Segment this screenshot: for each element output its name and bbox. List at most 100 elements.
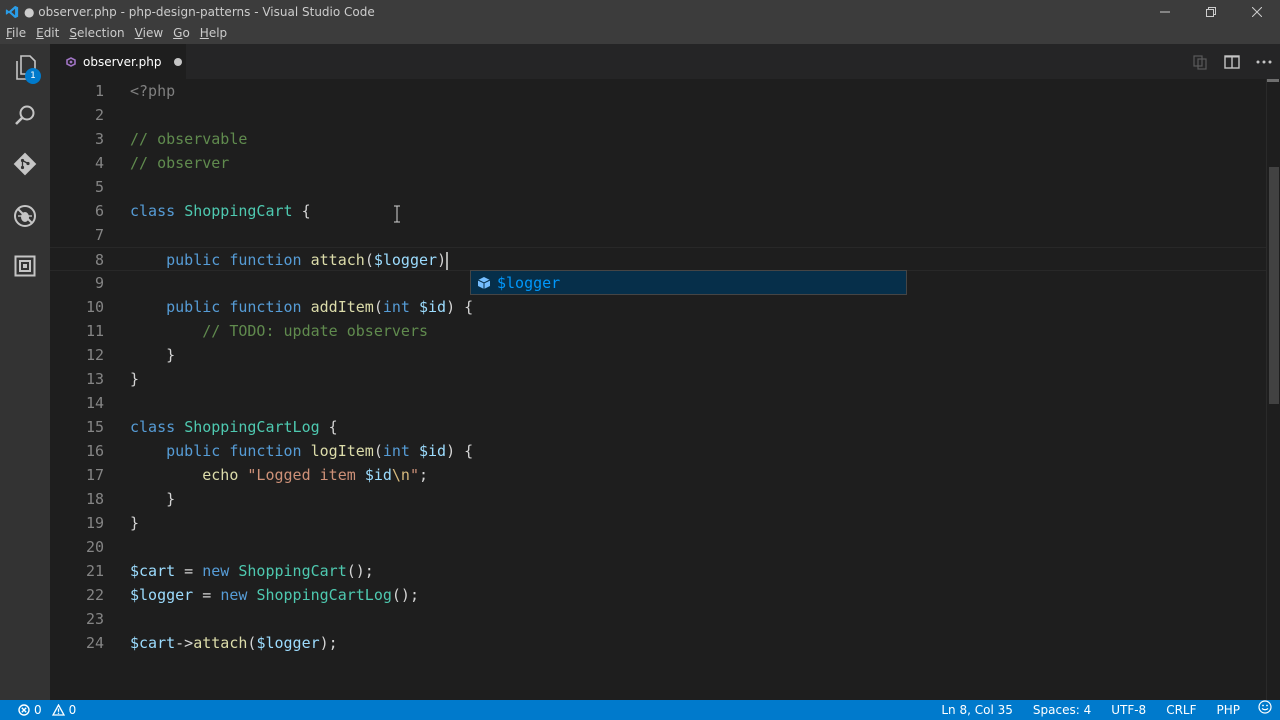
code-line[interactable]: 13} <box>50 367 1268 391</box>
line-code: // TODO: update observers <box>130 319 428 343</box>
debug-icon[interactable] <box>0 192 50 240</box>
code-line[interactable]: 15 class ShoppingCartLog { <box>50 415 1268 439</box>
code-line[interactable]: 16 public function logItem(int $id) { <box>50 439 1268 463</box>
code-line[interactable]: 5 <box>50 175 1268 199</box>
warning-count: 0 <box>68 703 77 717</box>
code-line[interactable]: 23 <box>50 607 1268 631</box>
code-line[interactable]: 14 <box>50 391 1268 415</box>
variable-cube-icon <box>475 274 493 292</box>
feedback-smiley-icon[interactable] <box>1250 700 1280 720</box>
vertical-scrollbar[interactable] <box>1266 79 1280 700</box>
code-line[interactable]: 18 } <box>50 487 1268 511</box>
status-bar-right: Ln 8, Col 35 Spaces: 4 UTF-8 CRLF PHP <box>931 700 1280 720</box>
code-line[interactable]: 21 $cart = new ShoppingCart(); <box>50 559 1268 583</box>
code-line[interactable]: 2 <box>50 103 1268 127</box>
menu-help[interactable]: Help <box>196 23 231 44</box>
more-actions-icon[interactable] <box>1248 44 1280 79</box>
source-control-icon[interactable] <box>0 140 50 188</box>
split-editor-icon[interactable] <box>1216 44 1248 79</box>
menu-view-mnemonic: V <box>134 26 143 40</box>
file-encoding[interactable]: UTF-8 <box>1101 700 1156 720</box>
menu-view-label: iew <box>142 26 164 40</box>
editor-actions <box>1184 44 1280 79</box>
unsaved-dot-icon[interactable] <box>173 57 182 66</box>
code-line[interactable]: 20 <box>50 535 1268 559</box>
suggest-item[interactable]: $logger <box>471 271 906 294</box>
code-token: logItem <box>310 442 374 460</box>
close-icon[interactable] <box>1234 0 1280 23</box>
code-token: ( <box>373 298 383 316</box>
cursor-position[interactable]: Ln 8, Col 35 <box>931 700 1023 720</box>
code-line[interactable]: 19} <box>50 511 1268 535</box>
end-of-line[interactable]: CRLF <box>1156 700 1206 720</box>
code-editor[interactable]: 1 <?php 2 3// observable 4// observer 5 6 class… <box>50 79 1280 700</box>
tab-observer-php[interactable]: observer.php <box>50 44 186 79</box>
suggest-widget: $logger <box>470 270 907 295</box>
open-changes-icon[interactable] <box>1184 44 1216 79</box>
code-line[interactable]: 4 // observer <box>50 151 1268 175</box>
code-token: \n <box>391 466 410 484</box>
code-line[interactable]: 8 public function attach($logger) <box>50 247 1268 271</box>
code-line[interactable]: 1 <?php <box>50 79 1268 103</box>
menu-file-label: ile <box>12 26 27 40</box>
error-icon <box>18 704 30 716</box>
menu-edit-label: dit <box>43 26 60 40</box>
menu-selection-label: election <box>76 26 125 40</box>
scrollbar-thumb[interactable] <box>1269 167 1279 404</box>
code-token: ShoppingCartLog <box>184 418 320 436</box>
code-token: class <box>130 418 176 436</box>
line-code: } <box>130 343 175 367</box>
search-icon[interactable] <box>0 92 50 140</box>
code-token: = <box>193 586 221 604</box>
code-token: attach <box>310 251 365 269</box>
code-line[interactable]: 6 class ShoppingCart { <box>50 199 1268 223</box>
code-token: ( <box>364 251 374 269</box>
code-token: } <box>130 346 176 364</box>
editor-tab-bar: observer.php <box>50 44 1280 79</box>
line-number: 16 <box>85 442 104 460</box>
code-line[interactable]: 12 } <box>50 343 1268 367</box>
menu-go[interactable]: Go <box>169 23 194 44</box>
restore-icon[interactable] <box>1188 0 1234 23</box>
code-line[interactable]: 3 // observable <box>50 127 1268 151</box>
explorer-icon[interactable]: 1 <box>0 44 50 92</box>
menu-selection[interactable]: Selection <box>65 23 128 44</box>
language-mode[interactable]: PHP <box>1207 700 1251 720</box>
line-code: // observer <box>130 151 229 175</box>
menu-edit[interactable]: Edit <box>32 23 63 44</box>
code-token: addItem <box>310 298 374 316</box>
code-token: ShoppingCart <box>238 562 347 580</box>
code-token: function <box>229 298 302 316</box>
code-token: ; <box>419 466 429 484</box>
line-number: 10 <box>85 298 104 316</box>
code-line[interactable]: 22 $logger = new ShoppingCartLog(); <box>50 583 1268 607</box>
line-code: public function logItem(int $id) { <box>130 439 473 463</box>
code-token: -> <box>175 634 194 652</box>
line-code: class ShoppingCartLog { <box>130 415 338 439</box>
code-token: <?php <box>130 82 176 100</box>
minimize-icon[interactable] <box>1142 0 1188 23</box>
code-token: { <box>292 202 311 220</box>
code-line[interactable]: 24 $cart->attach($logger); <box>50 631 1268 655</box>
code-line[interactable]: 11 // TODO: update observers <box>50 319 1268 343</box>
indentation[interactable]: Spaces: 4 <box>1023 700 1101 720</box>
code-line[interactable]: 10 public function addItem(int $id) { <box>50 295 1268 319</box>
extensions-icon[interactable] <box>0 242 50 290</box>
code-token: } <box>130 370 140 388</box>
code-line[interactable]: 17 echo "Logged item $id\n"; <box>50 463 1268 487</box>
line-number: 14 <box>85 394 104 412</box>
code-line[interactable]: 7 <box>50 223 1268 247</box>
menu-file[interactable]: File <box>2 23 30 44</box>
problems-indicator[interactable]: 0 0 <box>0 700 86 720</box>
code-token: // TODO: update observers <box>202 322 429 340</box>
code-token: class <box>130 202 176 220</box>
menu-view[interactable]: View <box>131 23 167 44</box>
menu-help-mnemonic: H <box>199 26 209 40</box>
code-token: $id <box>364 466 392 484</box>
explorer-badge: 1 <box>25 68 41 84</box>
code-token: $id <box>419 298 447 316</box>
